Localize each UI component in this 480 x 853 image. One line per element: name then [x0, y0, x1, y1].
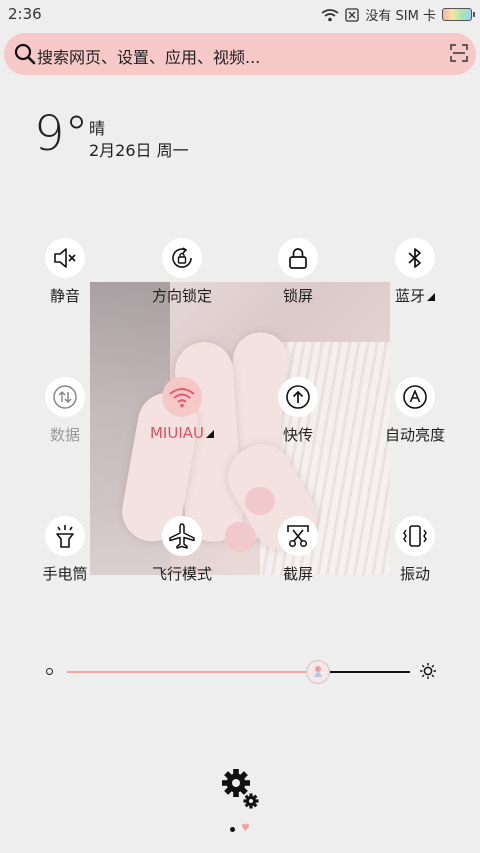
search-bar[interactable]: 搜索网页、设置、应用、视频...: [4, 33, 476, 75]
tile-label: 自动亮度: [384, 426, 445, 444]
flashlight-icon: [45, 516, 85, 556]
weather-condition: 晴: [89, 119, 106, 138]
tile-label: 方向锁定: [151, 287, 212, 305]
search-placeholder: 搜索网页、设置、应用、视频...: [37, 48, 261, 67]
tile-label: 锁屏: [282, 287, 313, 305]
weather-date: 2月26日 周一: [89, 141, 189, 160]
battery-icon: [442, 8, 475, 21]
bluetooth-icon: [395, 238, 435, 278]
expand-indicator-icon: [427, 293, 435, 301]
weather-temp: 9°: [34, 106, 89, 162]
auto-brightness-icon: [395, 377, 435, 417]
tile-label: 手电筒: [42, 565, 88, 583]
lock-icon: [278, 238, 318, 278]
data-icon: [45, 377, 85, 417]
tile-label-with-arrow: 蓝牙: [360, 285, 470, 306]
scan-icon[interactable]: [450, 44, 468, 62]
search-icon: [14, 43, 36, 65]
tile-label: 蓝牙: [394, 287, 425, 305]
wifi-icon: [162, 377, 202, 417]
page-dot-active: [230, 826, 235, 832]
status-right: 没有 SIM 卡: [321, 5, 475, 24]
no-sim-icon: [345, 7, 360, 22]
status-bar: 2:36 没有 SIM 卡: [0, 0, 480, 28]
airplane-icon: [162, 516, 202, 556]
tile-lock-screen[interactable]: 锁屏: [243, 238, 353, 306]
tile-bluetooth[interactable]: 蓝牙: [360, 238, 470, 306]
tile-auto-brightness[interactable]: 自动亮度: [360, 377, 470, 445]
tile-screenshot[interactable]: 截屏: [243, 516, 353, 584]
tile-label: MIUIAU: [149, 424, 204, 442]
tile-label: 数据: [49, 426, 80, 444]
tile-flashlight[interactable]: 手电筒: [10, 516, 120, 584]
brightness-low-icon: [46, 668, 53, 675]
tile-label: 截屏: [282, 565, 313, 583]
wifi-icon: [321, 8, 339, 21]
brightness-high-icon: [420, 663, 436, 679]
page-indicator: ♥: [230, 824, 250, 834]
brightness-track-filled: [67, 671, 307, 673]
gear-icon: [222, 769, 259, 809]
tile-label-with-arrow: MIUIAU: [127, 424, 237, 442]
tile-data[interactable]: 数据: [10, 377, 120, 445]
brightness-slider[interactable]: [44, 658, 440, 684]
brightness-track-empty: [328, 671, 410, 673]
tile-quick-share[interactable]: 快传: [243, 377, 353, 445]
tile-label: 振动: [399, 565, 430, 583]
expand-indicator-icon: [206, 430, 214, 438]
tile-wifi[interactable]: MIUIAU: [127, 377, 237, 442]
status-time: 2:36: [8, 5, 42, 23]
brightness-thumb[interactable]: [306, 660, 331, 684]
tile-airplane-mode[interactable]: 飞行模式: [127, 516, 237, 584]
tile-vibrate[interactable]: 振动: [360, 516, 470, 584]
rotation-lock-icon: [162, 238, 202, 278]
photo-nail: [245, 487, 275, 515]
tile-mute[interactable]: 静音: [10, 238, 120, 306]
heart-page-dot-icon: ♥: [241, 823, 250, 834]
tile-label: 静音: [49, 287, 80, 305]
tile-label: 飞行模式: [151, 565, 212, 583]
upload-icon: [278, 377, 318, 417]
screenshot-icon: [278, 516, 318, 556]
mute-icon: [45, 238, 85, 278]
vibrate-icon: [395, 516, 435, 556]
tile-rotation-lock[interactable]: 方向锁定: [127, 238, 237, 306]
tile-label: 快传: [282, 426, 313, 444]
carrier-text: 没有 SIM 卡: [365, 9, 436, 24]
settings-button[interactable]: [221, 768, 261, 814]
